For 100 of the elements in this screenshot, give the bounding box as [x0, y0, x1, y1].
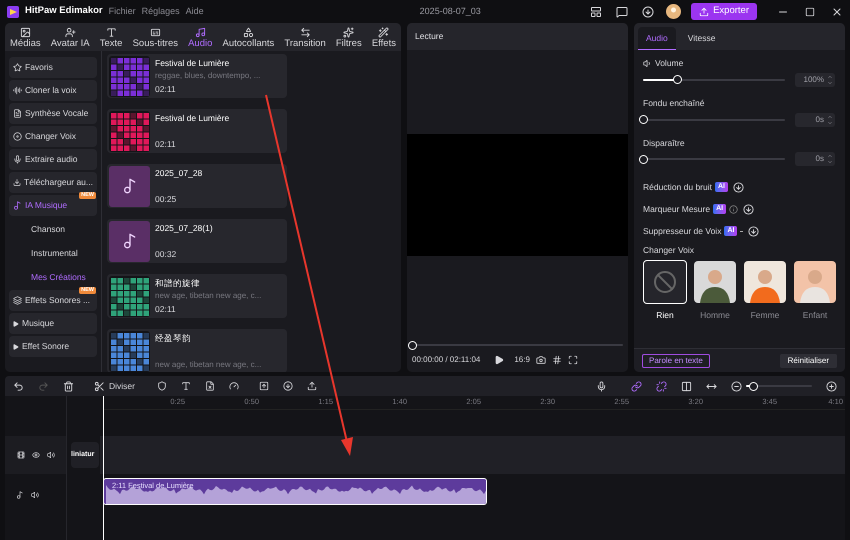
media-tab[interactable]: Filtres — [336, 27, 362, 49]
speaker-icon[interactable] — [46, 451, 54, 459]
layout-icon[interactable] — [590, 6, 602, 18]
voice-option[interactable] — [743, 260, 787, 304]
media-tab[interactable]: Audio — [188, 27, 212, 49]
trash-icon[interactable] — [63, 380, 74, 392]
sidebar-item[interactable]: Synthèse Vocale — [9, 103, 97, 124]
sidebar-item[interactable]: Musique — [9, 313, 97, 334]
speech-to-text-button[interactable]: Parole en texte — [642, 354, 710, 368]
music-card[interactable]: Festival de Lumière reggae, blues, downtempo, ... 02:11 — [107, 54, 287, 98]
close-icon[interactable] — [831, 6, 843, 18]
voice-option[interactable] — [643, 260, 687, 304]
avatar-icon[interactable] — [666, 4, 682, 19]
export-button[interactable]: Exporter — [691, 3, 757, 20]
eye-icon[interactable] — [32, 451, 40, 459]
sidebar-subitem[interactable]: Mes Créations — [9, 266, 97, 288]
properties-tab[interactable]: Vitesse — [680, 27, 724, 50]
slider-thumb[interactable] — [639, 115, 648, 124]
download-icon[interactable] — [743, 204, 754, 215]
play-icon[interactable] — [494, 355, 504, 365]
number-field[interactable]: 0s — [795, 112, 835, 126]
text-icon[interactable] — [180, 381, 191, 391]
reset-button[interactable]: Réinitialiser — [780, 354, 837, 368]
step-up-icon[interactable] — [827, 114, 833, 120]
music-title: Festival de Lumière — [155, 112, 230, 124]
step-down-icon[interactable] — [827, 80, 833, 86]
step-up-icon[interactable] — [827, 74, 833, 80]
sidebar-item[interactable]: Téléchargeur au... — [9, 172, 97, 193]
number-field[interactable]: 100% — [795, 72, 835, 87]
step-up-icon[interactable] — [827, 153, 833, 160]
music-card[interactable]: 2025_07_28 00:25 — [107, 164, 287, 208]
panel-title: Lecture — [415, 30, 444, 43]
slider-thumb[interactable] — [748, 382, 758, 390]
captions-icon — [150, 27, 161, 38]
split-view-icon[interactable] — [681, 380, 692, 392]
voice-option[interactable] — [693, 260, 737, 304]
zoom-out-icon[interactable] — [731, 380, 742, 392]
music-card[interactable]: 2025_07_28(1) 00:32 — [107, 219, 287, 263]
number-field[interactable]: 0s — [795, 152, 835, 166]
download-icon[interactable] — [282, 381, 293, 391]
sidebar-item[interactable]: IA Musique — [9, 195, 97, 216]
layers-icon — [13, 296, 22, 305]
sidebar-item[interactable]: Cloner la voix — [9, 80, 97, 101]
aspect-ratio-button[interactable]: 16:9 — [514, 354, 530, 366]
voice-option[interactable] — [793, 260, 837, 304]
speaker-icon[interactable] — [31, 491, 39, 499]
download-icon[interactable] — [642, 6, 654, 18]
media-tab[interactable]: Autocollants — [222, 27, 274, 49]
sidebar-item[interactable]: Effets Sonores ... — [9, 290, 97, 311]
download-icon[interactable] — [748, 226, 760, 237]
menu-item[interactable]: Réglages — [142, 4, 180, 18]
sidebar-item[interactable]: Favoris — [9, 57, 97, 78]
properties-tab[interactable]: Audio — [638, 27, 676, 50]
maximize-icon[interactable] — [805, 6, 815, 16]
image-icon — [20, 27, 31, 38]
unlink-icon[interactable] — [656, 380, 667, 392]
media-tab[interactable]: Texte — [100, 27, 122, 49]
menu-item[interactable]: Aide — [186, 4, 204, 18]
download-icon[interactable] — [733, 182, 744, 193]
setting-label: Volume — [655, 57, 684, 70]
link-icon[interactable] — [631, 380, 642, 392]
remove-icon[interactable] — [204, 381, 215, 391]
media-tab[interactable]: Effets — [372, 27, 396, 49]
media-tab[interactable]: Avatar IA — [50, 27, 90, 49]
slider-thumb[interactable] — [408, 340, 417, 350]
menu-item[interactable]: Fichier — [108, 4, 136, 18]
media-tab[interactable]: Médias — [10, 27, 41, 49]
film-icon[interactable] — [16, 451, 24, 459]
setting-slider[interactable] — [643, 74, 785, 85]
music-card[interactable]: 和譜的旋律 new age, tibetan new age, c... 02:11 — [107, 274, 287, 318]
split-button[interactable]: Diviser — [94, 380, 135, 392]
microphone-icon[interactable] — [596, 380, 607, 392]
step-down-icon[interactable] — [827, 120, 833, 126]
sidebar-item[interactable]: Changer Voix — [9, 126, 97, 147]
voice-label: Enfant — [802, 309, 828, 322]
zoom-slider[interactable] — [746, 381, 812, 391]
sidebar-item[interactable]: Effet Sonore — [9, 336, 97, 357]
step-down-icon[interactable] — [827, 159, 833, 166]
zoom-in-icon[interactable] — [826, 380, 837, 392]
sidebar-item[interactable]: Extraire audio — [9, 149, 97, 170]
feedback-icon[interactable] — [616, 6, 628, 18]
export-icon[interactable] — [306, 381, 317, 391]
media-tab[interactable]: Transition — [284, 27, 326, 49]
shield-icon[interactable] — [156, 381, 167, 391]
info-icon[interactable] — [729, 204, 738, 214]
slider-thumb[interactable] — [673, 75, 682, 84]
frame-icon[interactable] — [258, 381, 269, 391]
slider-thumb[interactable] — [639, 154, 648, 164]
music-title: 2025_07_28 — [155, 166, 202, 180]
grid-icon[interactable] — [552, 355, 562, 365]
undo-icon[interactable] — [13, 380, 24, 392]
camera-icon[interactable] — [536, 355, 546, 365]
sidebar-subitem[interactable]: Instrumental — [9, 242, 97, 264]
music-card[interactable]: Festival de Lumière 02:11 — [107, 109, 287, 153]
speed-icon[interactable] — [228, 381, 239, 391]
music-card[interactable]: 经盈琴韵 new age, tibetan new age, c... — [107, 329, 287, 372]
music-tags: new age, tibetan new age, c... — [155, 290, 262, 302]
sidebar-subitem[interactable]: Chanson — [9, 218, 97, 240]
fullscreen-icon[interactable] — [568, 355, 578, 365]
media-tab[interactable]: Sous-titres — [132, 27, 178, 49]
